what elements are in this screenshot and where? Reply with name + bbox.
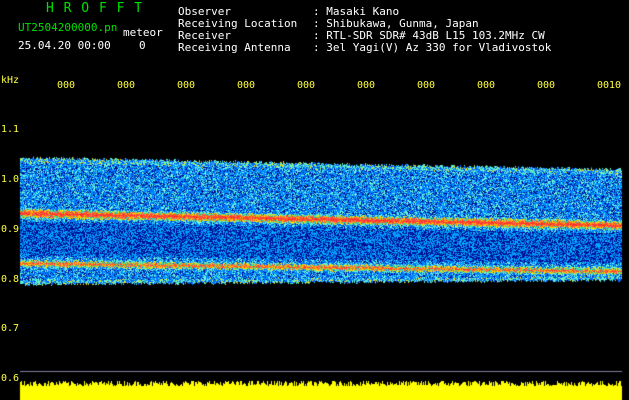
receiver-value: : RTL-SDR SDR# 43dB L15 103.2MHz CW [313, 29, 545, 42]
observer-label: Observer [178, 5, 231, 18]
y-tick: 0.6 [1, 373, 20, 384]
y-axis-unit: kHz [1, 75, 20, 86]
observer-value: : Masaki Kano [313, 5, 400, 18]
filename: UT2504200000.pn [18, 21, 118, 34]
time-tick: 000 [57, 80, 76, 91]
mode-label: meteor [123, 26, 163, 39]
time-tick: 000 [537, 80, 556, 91]
antenna-label: Receiving Antenna [178, 41, 291, 54]
index-label: 0 [139, 39, 146, 52]
time-tick: 0010 [597, 80, 622, 91]
time-tick: 000 [477, 80, 496, 91]
time-tick: 000 [237, 80, 256, 91]
y-tick: 1.1 [1, 124, 20, 135]
spectrogram-canvas [0, 0, 629, 400]
time-tick: 000 [417, 80, 436, 91]
time-tick: 000 [357, 80, 376, 91]
logo-text: H R O F F T [46, 1, 144, 16]
location-label: Receiving Location [178, 17, 298, 30]
time-tick: 000 [117, 80, 136, 91]
antenna-value: : 3el Yagi(V) Az 330 for Vladivostok [313, 41, 552, 54]
time-tick: 000 [177, 80, 196, 91]
time-tick: 000 [297, 80, 316, 91]
y-tick: 0.8 [1, 274, 20, 285]
receiver-label: Receiver [178, 29, 231, 42]
date-label: 25.04.20 00:00 [18, 39, 111, 52]
location-value: : Shibukawa, Gunma, Japan [313, 17, 479, 30]
y-tick: 1.0 [1, 174, 20, 185]
y-tick: 0.9 [1, 224, 20, 235]
y-tick: 0.7 [1, 323, 20, 334]
